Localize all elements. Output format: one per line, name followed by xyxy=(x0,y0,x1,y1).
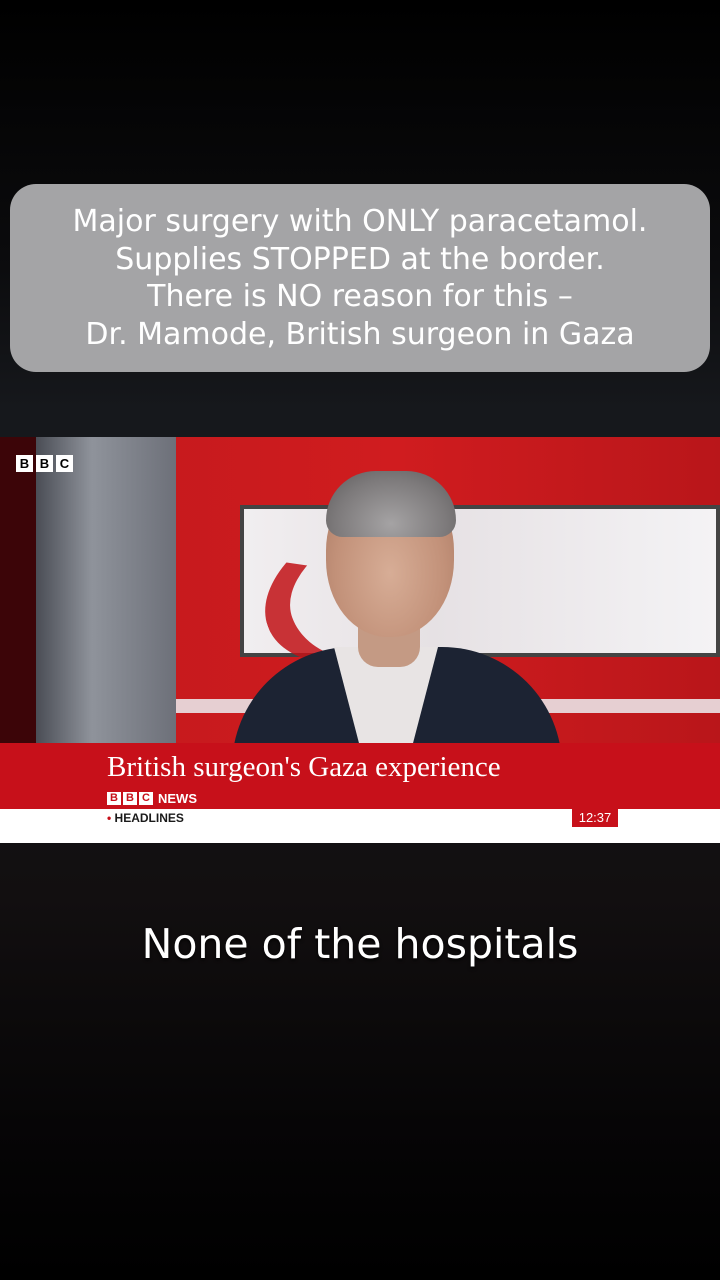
bbc-news-brand: B B C NEWS xyxy=(107,792,197,805)
subtitle-text: None of the hospitals xyxy=(141,920,579,968)
bbc-logo-block: C xyxy=(56,455,73,472)
news-headline: British surgeon's Gaza experience xyxy=(107,751,501,783)
bbc-logo-block: B xyxy=(36,455,53,472)
studio-edge xyxy=(0,437,40,743)
ticker-text: HEADLINES xyxy=(114,811,184,825)
caption-line-1: Major surgery with ONLY paracetamol. xyxy=(72,204,648,239)
bbc-logo-block: B xyxy=(16,455,33,472)
bbc-corner-logo: B B C xyxy=(16,455,73,472)
caption-box: Major surgery with ONLY paracetamol. Sup… xyxy=(10,184,710,372)
caption-line-2: Supplies STOPPED at the border. xyxy=(115,241,605,277)
caption-line-4: Dr. Mamode, British surgeon in Gaza xyxy=(85,316,635,352)
surgeon-hair xyxy=(326,471,456,537)
studio-pillar xyxy=(36,437,176,743)
news-label: NEWS xyxy=(158,791,197,806)
ticker-bullet: • xyxy=(107,811,112,825)
bbc-news-block: B xyxy=(107,792,121,805)
ticker-label: • HEADLINES xyxy=(107,811,184,825)
bbc-news-block: C xyxy=(139,792,153,805)
broadcast-clock: 12:37 xyxy=(572,808,618,827)
caption-line-3: There is NO reason for this – xyxy=(147,279,573,314)
bbc-news-block: B xyxy=(123,792,137,805)
